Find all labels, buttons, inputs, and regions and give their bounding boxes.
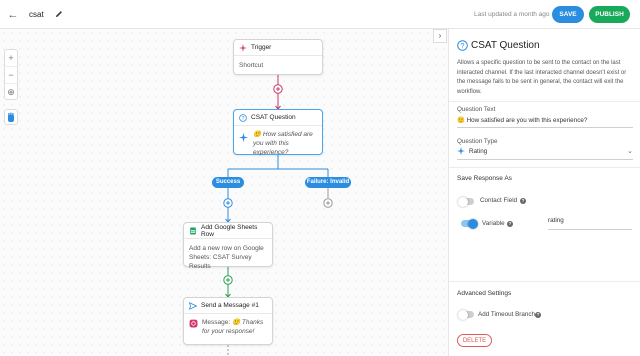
panel-title: CSAT Question: [471, 40, 540, 51]
help-icon[interactable]: ?: [520, 198, 526, 204]
node-title: Add Google Sheets Row: [200, 223, 258, 238]
help-icon[interactable]: ?: [535, 312, 541, 318]
workflow-name[interactable]: csat: [29, 10, 44, 19]
svg-text:?: ?: [461, 43, 465, 50]
add-step-sheets-plus-icon: [223, 275, 233, 285]
message-label: Message:: [202, 319, 231, 326]
rating-sparkle-icon: [457, 147, 465, 155]
add-timeout-branch-label: Add Timeout Branch: [478, 311, 536, 318]
branch-success-label[interactable]: Success: [212, 177, 244, 188]
question-circle-icon: ?: [457, 40, 468, 51]
save-response-heading: Save Response As: [457, 175, 512, 182]
chevron-down-icon: ⌄: [627, 148, 633, 155]
contact-field-label: Contact Field: [480, 197, 518, 204]
add-step-trigger-plus-icon: [273, 84, 283, 94]
advanced-settings-heading: Advanced Settings: [457, 290, 512, 297]
question-text-label: Question Text: [457, 106, 496, 113]
node-body: Shortcut: [239, 62, 264, 69]
variable-toggle[interactable]: [461, 218, 478, 229]
csat-question-node[interactable]: ? CSAT Question 🙂 How satisfied are you …: [233, 109, 323, 156]
timeout-branch-toggle[interactable]: [458, 309, 474, 320]
rating-sparkle-icon: [239, 133, 248, 142]
divider: [449, 167, 640, 168]
contact-field-toggle[interactable]: [458, 196, 474, 207]
question-type-label: Question Type: [457, 138, 498, 145]
divider: [449, 281, 640, 282]
send-arrow-icon: [189, 301, 197, 310]
variable-label: Variable: [482, 220, 505, 227]
question-circle-icon: ?: [239, 113, 247, 121]
variable-name-input[interactable]: rating: [548, 217, 632, 224]
question-text-value: 🙂 How satisfied are you with this experi…: [457, 117, 588, 124]
node-body: Add a new row on Google Sheets: CSAT Sur…: [189, 245, 264, 270]
save-button[interactable]: SAVE: [552, 6, 584, 23]
node-title: Trigger: [251, 44, 272, 51]
publish-button[interactable]: PUBLISH: [589, 6, 630, 23]
properties-panel: ? CSAT Question Allows a specific questi…: [448, 29, 640, 356]
question-type-select[interactable]: Rating ⌄: [457, 147, 633, 155]
send-message-node[interactable]: Send a Message #1 Message: 🙂 Thanks for …: [183, 297, 273, 345]
add-step-failure-plus-icon: [323, 198, 333, 208]
question-text-underline: [457, 127, 633, 128]
question-type-underline: [457, 159, 633, 160]
svg-text:?: ?: [242, 115, 245, 121]
variable-input-underline: [548, 229, 632, 230]
delete-button[interactable]: DELETE: [457, 334, 492, 347]
question-text-field[interactable]: 🙂 How satisfied are you with this experi…: [457, 116, 587, 124]
question-type-value: Rating: [469, 147, 488, 155]
google-sheets-node[interactable]: Add Google Sheets Row Add a new row on G…: [183, 222, 273, 270]
node-title: Send a Message #1: [201, 302, 259, 309]
node-title: CSAT Question: [251, 114, 296, 121]
branch-failure-label[interactable]: Failure: Invalid: [305, 177, 351, 188]
last-updated-text: Last updated a month ago: [474, 11, 550, 18]
trigger-node[interactable]: Trigger Shortcut: [233, 39, 323, 75]
panel-description: Allows a specific question to be sent to…: [457, 60, 627, 95]
add-step-success-plus-icon: [223, 198, 233, 208]
pencil-icon[interactable]: [54, 9, 64, 19]
back-arrow-icon[interactable]: ←: [6, 8, 20, 22]
workflow-canvas[interactable]: + − ⊕ › Trigger Shortcut ? CSAT Question…: [0, 29, 448, 356]
help-icon[interactable]: ?: [507, 221, 513, 227]
google-sheets-icon: [190, 227, 196, 234]
node-body: 🙂 How satisfied are you with this experi…: [253, 131, 313, 156]
top-bar: ← csat Last updated a month ago SAVE PUB…: [0, 0, 640, 29]
instagram-icon: [189, 319, 198, 328]
divider: [449, 101, 640, 102]
trigger-sparkle-icon: [239, 43, 247, 52]
